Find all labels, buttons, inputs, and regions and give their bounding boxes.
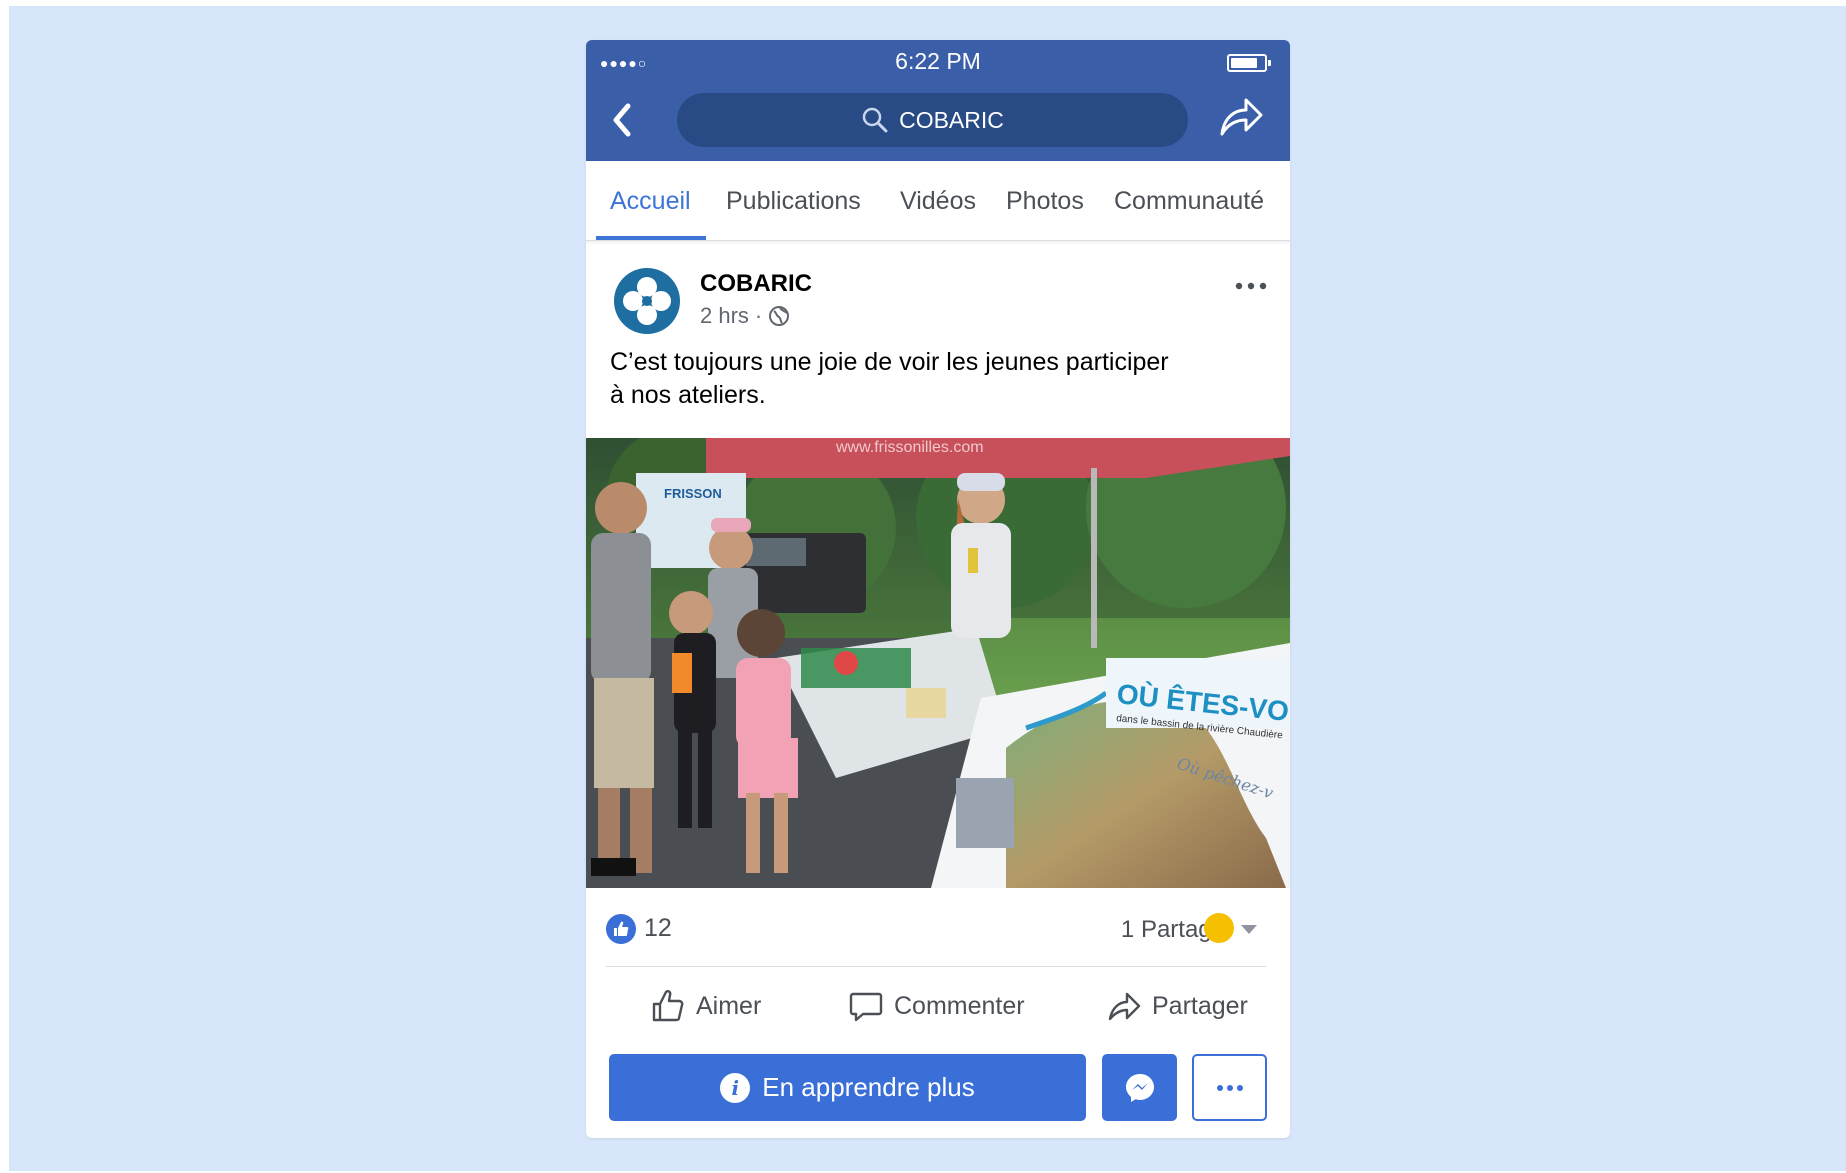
battery-icon [1227, 54, 1271, 72]
truck-sign: FRISSON [664, 486, 722, 501]
more-options-button[interactable] [1192, 1054, 1267, 1121]
post-options-icon[interactable] [1234, 278, 1268, 294]
tab-photos[interactable]: Photos [1006, 187, 1084, 216]
learn-more-button[interactable]: i En apprendre plus [609, 1054, 1086, 1121]
caret-down-icon[interactable] [1241, 925, 1257, 934]
like-label: Aimer [696, 991, 762, 1020]
tent-text: www.frissonilles.com [835, 439, 984, 456]
status-time: 6:22 PM [895, 48, 981, 74]
phone-frame: ●●●●○ 6:22 PM COBARIC Accueil Publicatio… [586, 40, 1290, 1138]
comment-label: Commenter [894, 991, 1025, 1020]
tab-publications[interactable]: Publications [726, 187, 861, 216]
reactor-avatar[interactable] [1204, 913, 1234, 943]
tab-communaute[interactable]: Communauté [1114, 187, 1264, 216]
post-time[interactable]: 2 hrs [700, 303, 749, 329]
chevron-left-icon [613, 103, 631, 137]
messenger-icon [1125, 1073, 1154, 1102]
learn-more-label: En apprendre plus [762, 1072, 975, 1102]
like-button[interactable]: Aimer [650, 982, 761, 1030]
thumbs-up-icon [652, 990, 684, 1022]
info-icon: i [720, 1072, 751, 1103]
post-meta: 2 hrs · [700, 303, 790, 329]
search-icon [862, 107, 888, 133]
meta-separator: · [754, 303, 763, 328]
tab-accueil[interactable]: Accueil [610, 187, 691, 216]
post-text-line: C’est toujours une joie de voir les jeun… [610, 348, 1169, 376]
post-author[interactable]: COBARIC [700, 270, 812, 298]
back-button[interactable] [606, 98, 642, 142]
globe-icon [769, 306, 790, 326]
like-reaction-icon[interactable] [606, 914, 636, 944]
like-count[interactable]: 12 [644, 914, 672, 943]
app-header: ●●●●○ 6:22 PM COBARIC [586, 40, 1290, 161]
search-text: COBARIC [899, 106, 1004, 133]
reactions-divider [606, 966, 1266, 967]
share-header-button[interactable] [1216, 92, 1266, 142]
messenger-button[interactable] [1102, 1054, 1177, 1121]
page-avatar[interactable] [614, 268, 680, 334]
cobaric-logo-icon [623, 277, 671, 325]
post-photo-illustration: www.frissonilles.com FRISSON OÙ ÊTES-VOU… [586, 438, 1290, 888]
search-input[interactable]: COBARIC [677, 93, 1188, 147]
comment-icon [849, 992, 883, 1022]
share-button[interactable]: Partager [1106, 982, 1248, 1030]
share-label: Partager [1152, 991, 1248, 1020]
more-icon [1216, 1084, 1243, 1091]
post-text-line: à nos ateliers. [610, 381, 766, 409]
share-arrow-icon [1220, 98, 1263, 136]
active-tab-indicator [596, 236, 706, 240]
comment-button[interactable]: Commenter [848, 982, 1025, 1030]
post-photo[interactable]: www.frissonilles.com FRISSON OÙ ÊTES-VOU… [586, 438, 1290, 888]
share-icon [1108, 992, 1141, 1021]
page-tabs: Accueil Publications Vidéos Photos Commu… [586, 161, 1290, 241]
post-body: C’est toujours une joie de voir les jeun… [610, 346, 1250, 412]
tab-videos[interactable]: Vidéos [900, 187, 976, 216]
